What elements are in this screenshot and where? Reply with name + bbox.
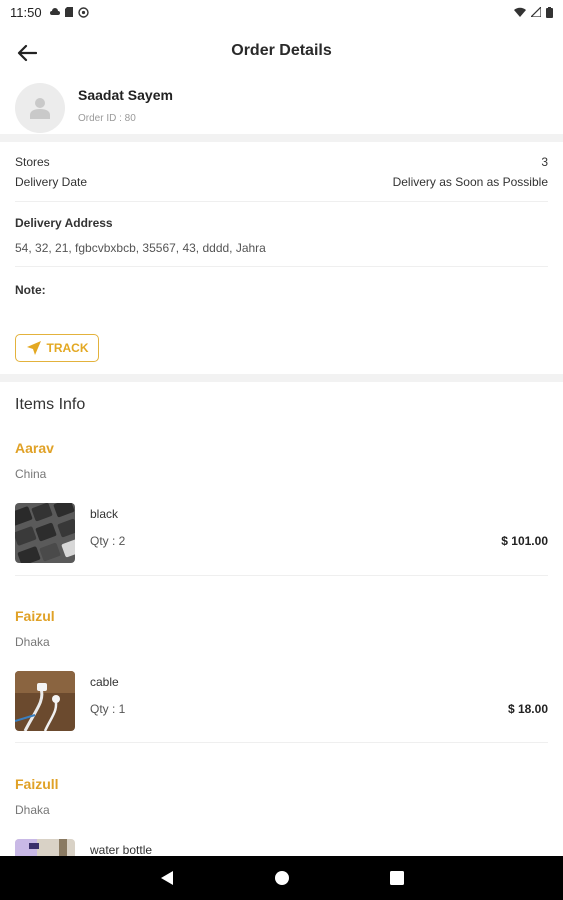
stores-row: Stores 3 xyxy=(15,155,548,169)
status-time: 11:50 xyxy=(10,4,42,20)
item-name: water bottle xyxy=(90,843,153,857)
item-name: cable xyxy=(90,675,119,689)
page-title: Order Details xyxy=(231,42,332,59)
at-icon xyxy=(77,6,89,18)
sd-card-icon xyxy=(64,7,73,17)
order-id: Order ID : 80 xyxy=(78,113,136,124)
person-icon xyxy=(30,98,50,119)
signal-icon xyxy=(531,7,541,17)
customer-name: Saadat Sayem xyxy=(78,87,173,103)
product-thumbnail[interactable] xyxy=(15,503,75,563)
battery-icon xyxy=(546,6,553,18)
store-location: Dhaka xyxy=(15,635,50,649)
keyboard-image xyxy=(15,503,75,563)
nav-back-icon xyxy=(160,871,173,885)
water-bottle-image xyxy=(15,839,75,856)
divider xyxy=(15,266,548,267)
delivery-date-value: Delivery as Soon as Possible xyxy=(392,175,548,189)
section-divider xyxy=(0,374,563,382)
stores-label: Stores xyxy=(15,155,50,169)
nav-recents-button[interactable] xyxy=(389,871,404,885)
item-quantity: Qty : 1 xyxy=(90,702,126,716)
stores-value: 3 xyxy=(541,155,548,169)
product-thumbnail[interactable] xyxy=(15,839,75,856)
track-button[interactable]: TRACK xyxy=(15,334,99,362)
delivery-date-row: Delivery Date Delivery as Soon as Possib… xyxy=(15,175,548,189)
note-label: Note: xyxy=(15,283,46,297)
app-bar: Order Details xyxy=(0,28,563,78)
store-location: Dhaka xyxy=(15,803,50,817)
item-name: black xyxy=(90,507,119,521)
status-bar: 11:50 xyxy=(0,0,563,24)
navigation-icon xyxy=(26,341,41,355)
items-info-title: Items Info xyxy=(15,396,86,413)
customer-header: Saadat Sayem Order ID : 80 xyxy=(0,80,563,136)
nav-recents-icon xyxy=(389,871,404,885)
nav-home-icon xyxy=(274,871,289,885)
cable-image xyxy=(15,671,75,731)
item-price: $ 18.00 xyxy=(507,702,548,716)
divider xyxy=(15,201,548,202)
store-name: Faizull xyxy=(15,776,59,792)
item-quantity: Qty : 2 xyxy=(90,534,126,548)
nav-home-button[interactable] xyxy=(274,870,290,886)
delivery-date-label: Delivery Date xyxy=(15,175,88,189)
avatar xyxy=(15,83,65,133)
store-name: Aarav xyxy=(15,440,54,456)
nav-back-button[interactable] xyxy=(160,870,174,886)
store-location: China xyxy=(15,467,47,481)
divider xyxy=(15,575,548,576)
track-label: TRACK xyxy=(46,341,89,355)
store-name: Faizul xyxy=(15,608,55,624)
item-price: $ 101.00 xyxy=(501,534,548,548)
divider xyxy=(15,742,548,743)
wifi-icon xyxy=(514,7,526,17)
section-divider xyxy=(0,134,563,142)
delivery-address-value: 54, 32, 21, fgbcvbxbcb, 35567, 43, dddd,… xyxy=(15,241,266,255)
cloud-icon xyxy=(49,8,60,15)
system-nav-bar xyxy=(0,856,563,900)
delivery-address-label: Delivery Address xyxy=(15,216,113,230)
product-thumbnail[interactable] xyxy=(15,671,75,731)
